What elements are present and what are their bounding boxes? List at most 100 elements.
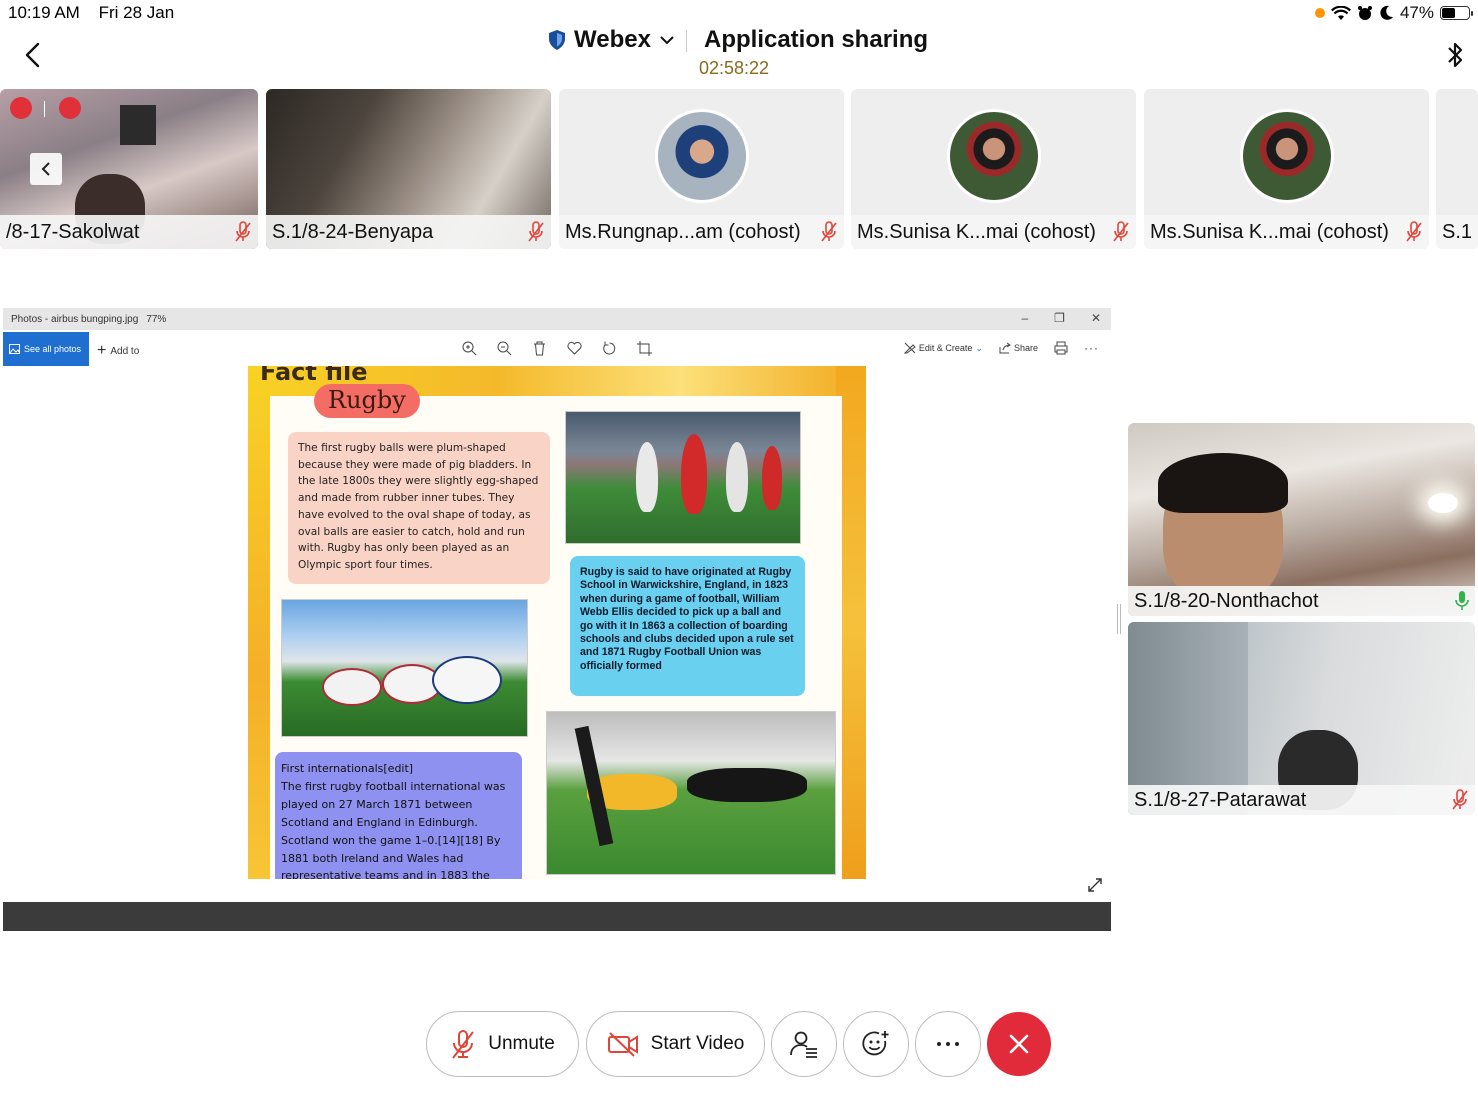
player-figure	[636, 442, 658, 512]
close-icon	[1009, 1034, 1029, 1054]
share-icon	[999, 342, 1011, 354]
alarm-icon	[1357, 6, 1372, 20]
add-to-button[interactable]: + Add to	[97, 342, 139, 360]
window-title: Photos - airbus bungping.jpg	[11, 313, 139, 325]
unmute-button[interactable]: Unmute	[426, 1011, 579, 1077]
participant-tile[interactable]: S.1/8	[1436, 89, 1478, 249]
participant-caption: S.1/8	[1436, 215, 1478, 249]
player-figure	[681, 434, 707, 514]
participant-caption: Ms.Rungnap...am (cohost)	[559, 215, 844, 249]
status-date: Fri 28 Jan	[98, 3, 175, 22]
maximize-icon[interactable]: ❐	[1054, 311, 1065, 325]
header-divider	[686, 30, 687, 52]
participant-caption: Ms.Sunisa K...mai (cohost)	[1144, 215, 1429, 249]
zoom-in-icon[interactable]	[461, 340, 478, 357]
player-figure	[687, 768, 807, 802]
participant-name: S.1/8-20-Nonthachot	[1134, 589, 1319, 612]
rugby-ball	[432, 656, 502, 704]
participant-name: S.1/8-27-Patarawat	[1134, 788, 1307, 811]
zoom-level: 77%	[146, 313, 167, 325]
leave-meeting-button[interactable]	[987, 1012, 1051, 1076]
mic-muted-icon	[1452, 789, 1468, 810]
participants-button[interactable]	[771, 1011, 837, 1077]
rugby-players-photo	[565, 411, 801, 544]
favorite-icon[interactable]	[566, 340, 583, 357]
poster-purple-textbox: First internationals[edit] The first rug…	[275, 752, 522, 879]
record-icon[interactable]	[59, 97, 81, 119]
photos-titlebar: Photos - airbus bungping.jpg 77% – ❐ ✕	[3, 308, 1111, 330]
bluetooth-icon[interactable]	[1444, 40, 1466, 70]
poster-topic: Rugby	[314, 384, 420, 418]
unmute-label: Unmute	[488, 1033, 555, 1054]
avatar	[1239, 109, 1334, 203]
video-off-icon	[607, 1032, 638, 1057]
participant-name: Ms.Sunisa K...mai (cohost)	[857, 220, 1096, 243]
participant-tile[interactable]: Ms.Sunisa K...mai (cohost)	[851, 89, 1136, 249]
rec-divider	[44, 101, 45, 117]
shield-icon	[549, 30, 565, 50]
plus-icon: +	[97, 342, 107, 359]
shared-window-footer	[3, 902, 1111, 931]
participant-name: S.1/8-24-Benyapa	[272, 220, 434, 243]
recording-mute-icon[interactable]	[10, 97, 32, 119]
participant-caption: /8-17-Sakolwat	[0, 215, 258, 249]
add-to-label: Add to	[110, 345, 140, 357]
status-time: 10:19 AM	[8, 3, 80, 22]
chevron-down-icon	[660, 36, 674, 45]
chevron-down-icon: ⌄	[975, 342, 983, 353]
resize-handle[interactable]	[1117, 604, 1121, 634]
edit-icon	[903, 342, 916, 354]
edit-create-button[interactable]: Edit & Create ⌄	[903, 342, 983, 354]
poster-pink-textbox: The first rugby balls were plum-shaped b…	[288, 432, 550, 584]
battery-icon	[1440, 6, 1473, 20]
more-options-button[interactable]	[915, 1011, 981, 1077]
ceiling-light	[1428, 493, 1458, 513]
emoji-add-icon	[862, 1031, 889, 1056]
mic-muted-icon	[1113, 221, 1129, 242]
video-tile[interactable]: S.1/8-20-Nonthachot	[1128, 423, 1475, 616]
app-switcher[interactable]: Webex	[548, 26, 675, 54]
battery-percent: 47%	[1399, 3, 1434, 22]
start-video-button[interactable]: Start Video	[586, 1011, 765, 1077]
delete-icon[interactable]	[531, 340, 548, 357]
participants-icon	[790, 1031, 817, 1058]
participant-tile[interactable]: /8-17-Sakolwat	[0, 89, 258, 249]
more-icon	[937, 1042, 959, 1046]
participant-hair	[1158, 453, 1288, 513]
rotate-icon[interactable]	[601, 340, 618, 357]
crop-icon[interactable]	[636, 340, 653, 357]
participant-caption: S.1/8-24-Benyapa	[266, 215, 551, 249]
player-figure	[726, 442, 748, 512]
app-name: Webex	[574, 26, 651, 53]
mic-muted-icon	[821, 221, 837, 242]
participant-name: S.1/8	[1442, 220, 1472, 243]
participant-tile[interactable]: Ms.Sunisa K...mai (cohost)	[1144, 89, 1429, 249]
participant-tile[interactable]: Ms.Rungnap...am (cohost)	[559, 89, 844, 249]
close-icon[interactable]: ✕	[1091, 311, 1101, 325]
zoom-out-icon[interactable]	[496, 340, 513, 357]
expand-icon[interactable]	[1087, 877, 1103, 893]
see-all-photos-button[interactable]: See all photos	[3, 332, 89, 366]
purple-title: First internationals[edit]	[281, 762, 414, 775]
status-bar-right: 47%	[1314, 3, 1473, 23]
participant-tile[interactable]: S.1/8-24-Benyapa	[266, 89, 551, 249]
reactions-button[interactable]	[843, 1011, 909, 1077]
chevron-left-icon	[41, 162, 50, 176]
share-button[interactable]: Share	[999, 342, 1038, 354]
back-chevron-icon[interactable]	[20, 40, 48, 70]
mic-muted-icon	[452, 1030, 475, 1059]
more-icon[interactable]: ···	[1084, 341, 1099, 355]
purple-text: The first rugby football international w…	[281, 779, 506, 879]
photos-toolbar: See all photos + Add to Edit & Create ⌄ …	[3, 330, 1111, 366]
participant-name: Ms.Rungnap...am (cohost)	[565, 220, 801, 243]
poster-blue-textbox: Rugby is said to have originated at Rugb…	[570, 556, 805, 696]
minimize-icon[interactable]: –	[1021, 311, 1028, 325]
strip-scroll-left-button[interactable]	[30, 153, 62, 185]
mic-on-icon	[1455, 591, 1469, 610]
wifi-icon	[1330, 5, 1351, 20]
print-icon[interactable]	[1054, 341, 1068, 355]
mic-muted-icon	[235, 221, 251, 242]
avatar	[654, 109, 749, 203]
shared-screen[interactable]: Photos - airbus bungping.jpg 77% – ❐ ✕ S…	[3, 308, 1111, 931]
video-tile[interactable]: S.1/8-27-Patarawat	[1128, 622, 1475, 815]
